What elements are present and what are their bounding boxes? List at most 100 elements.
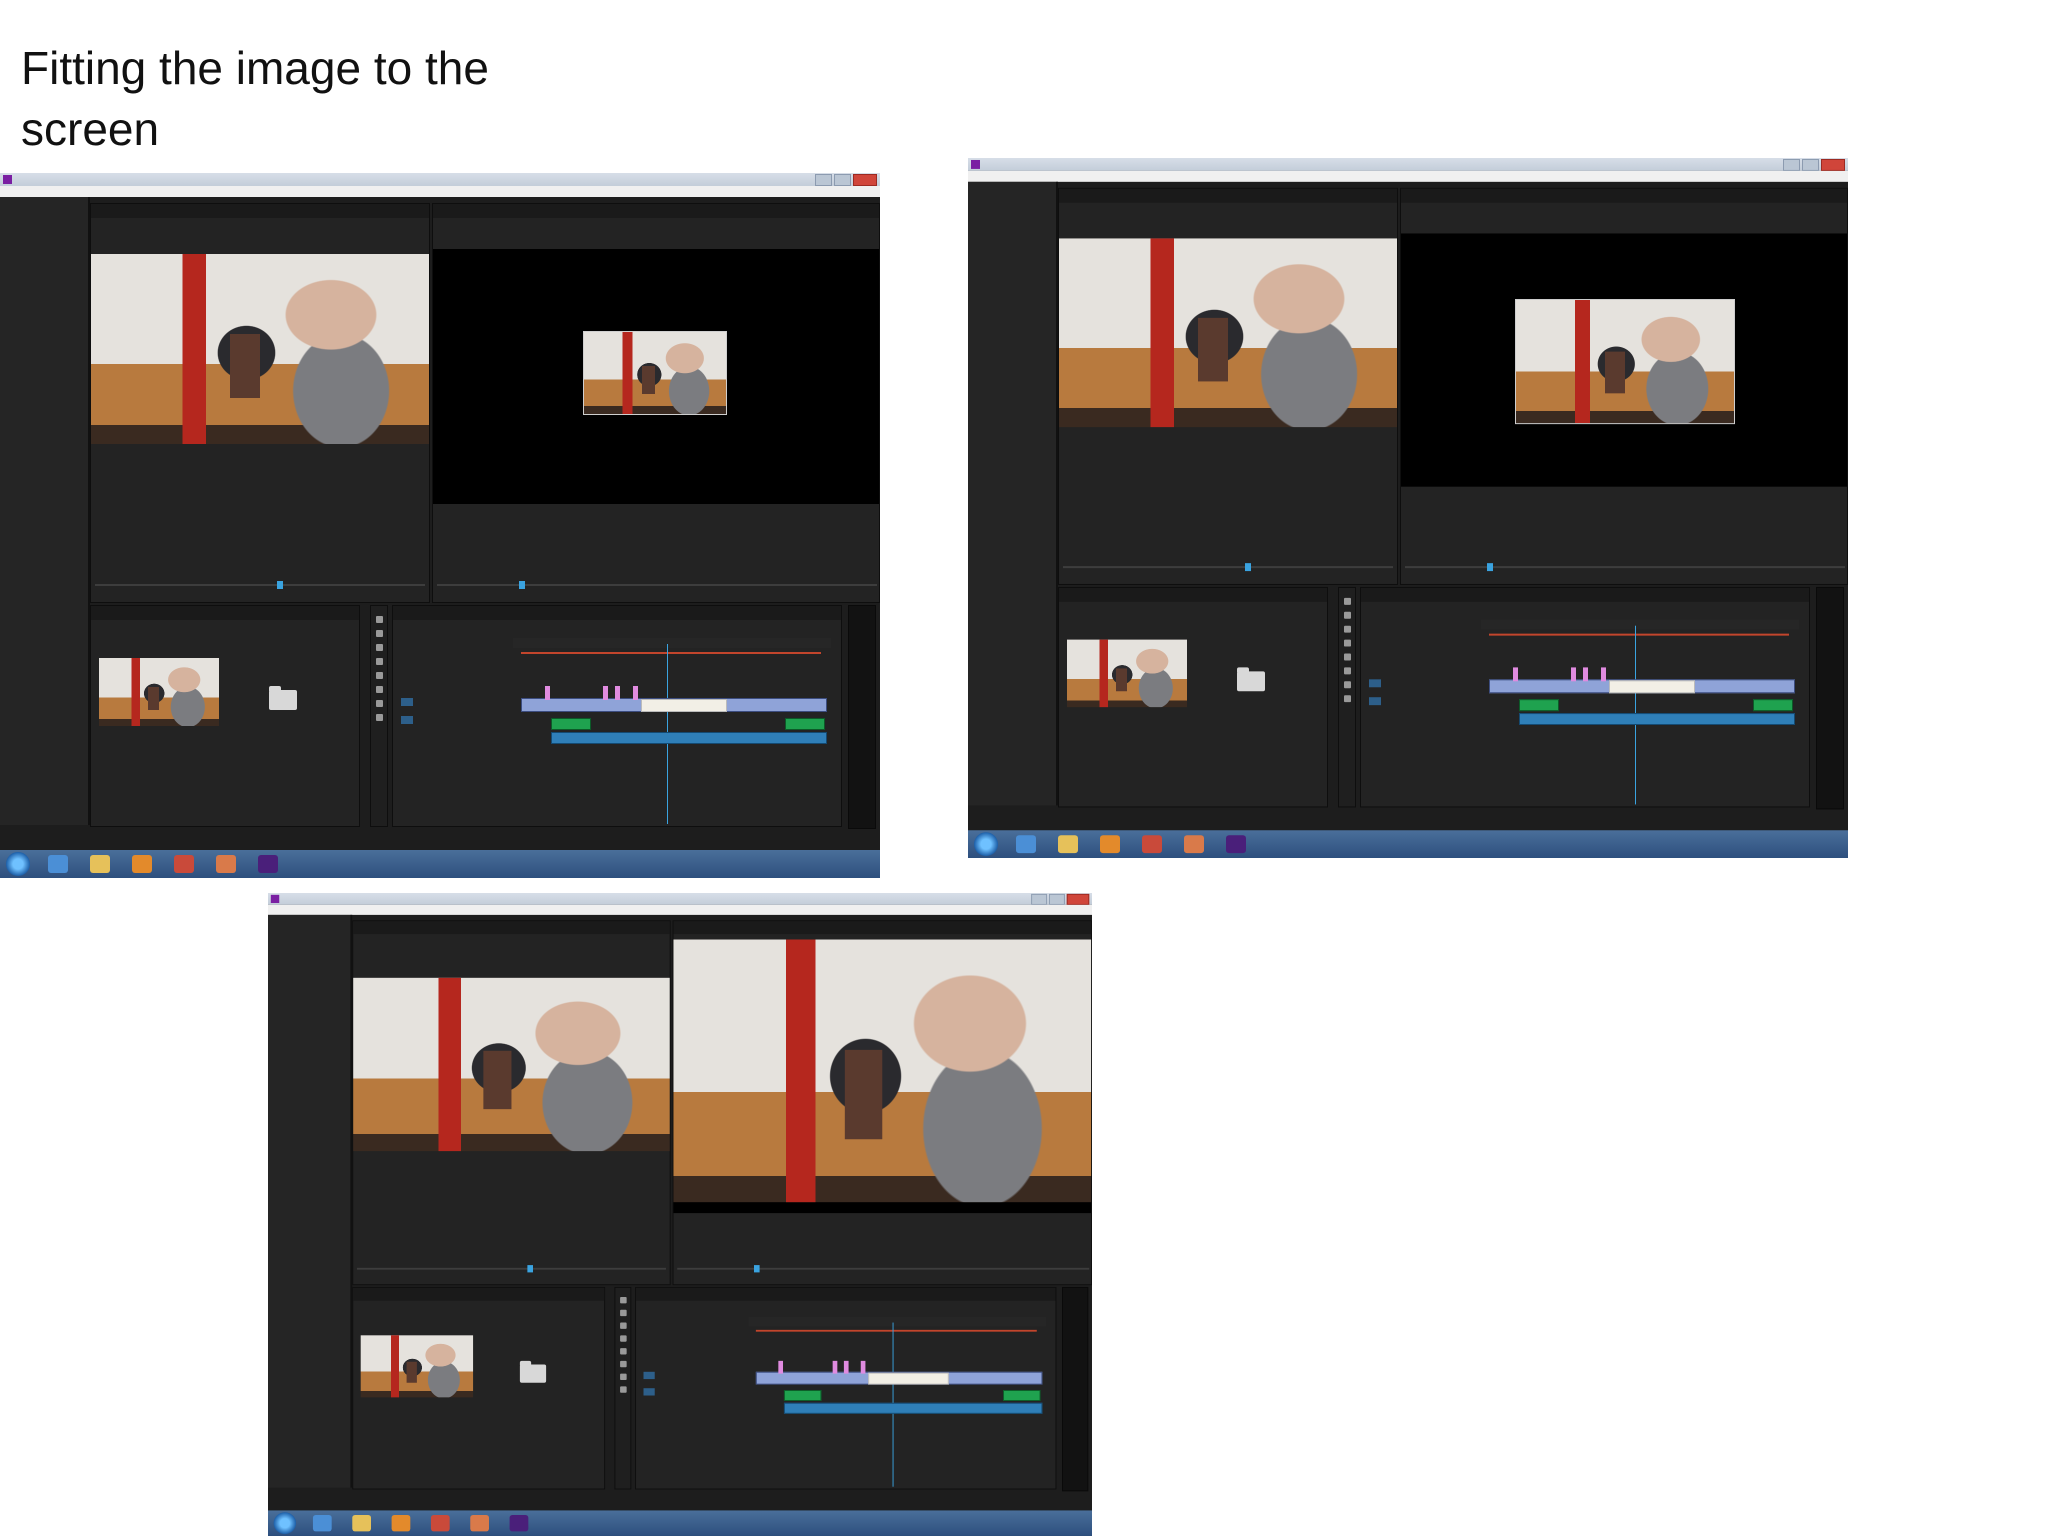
close-icon[interactable]: [853, 174, 877, 186]
pen-tool-icon[interactable]: [619, 1360, 627, 1368]
track-select-tool-icon[interactable]: [619, 1309, 627, 1317]
marker-clip[interactable]: [633, 686, 638, 700]
source-scrub-bar[interactable]: [1063, 563, 1393, 572]
close-icon[interactable]: [1821, 158, 1845, 171]
slip-tool-icon[interactable]: [375, 672, 383, 679]
zoom-tool-icon[interactable]: [1343, 695, 1351, 703]
track-a1-toggle[interactable]: [401, 716, 413, 724]
marker-clip[interactable]: [778, 1360, 784, 1374]
audio-clip[interactable]: [551, 718, 591, 730]
project-clip-thumbnail[interactable]: [360, 1335, 474, 1398]
program-scrub-bar[interactable]: [437, 581, 877, 589]
hand-tool-icon[interactable]: [619, 1373, 627, 1381]
program-video-frame[interactable]: [583, 331, 727, 415]
program-video-frame[interactable]: [1515, 299, 1735, 425]
marker-clip[interactable]: [1513, 667, 1518, 682]
project-clip-thumbnail[interactable]: [99, 658, 219, 726]
bin-folder-icon[interactable]: [1237, 667, 1265, 692]
source-scrub-bar[interactable]: [356, 1265, 666, 1273]
timeline-ruler[interactable]: [513, 638, 831, 648]
premiere-taskbar-icon[interactable]: [258, 855, 278, 873]
bin-folder-icon[interactable]: [269, 686, 297, 710]
maximize-icon[interactable]: [834, 174, 851, 186]
minimize-icon[interactable]: [1031, 893, 1048, 905]
audio-clip[interactable]: [1519, 713, 1795, 726]
selection-tool-icon[interactable]: [1343, 597, 1351, 605]
marker-clip[interactable]: [1601, 667, 1606, 682]
zoom-tool-icon[interactable]: [619, 1386, 627, 1393]
close-icon[interactable]: [1066, 893, 1090, 905]
marker-clip[interactable]: [1583, 667, 1588, 682]
razor-tool-icon[interactable]: [1343, 639, 1351, 647]
media-player-icon[interactable]: [391, 1514, 411, 1532]
minimize-icon[interactable]: [815, 174, 832, 186]
marker-clip[interactable]: [545, 686, 550, 700]
program-video-frame[interactable]: [673, 939, 1092, 1203]
ripple-edit-tool-icon[interactable]: [375, 644, 383, 651]
file-explorer-icon[interactable]: [352, 1514, 372, 1532]
hand-tool-icon[interactable]: [375, 700, 383, 707]
slip-tool-icon[interactable]: [619, 1348, 627, 1355]
audio-clip[interactable]: [1753, 699, 1793, 712]
audio-clip[interactable]: [783, 1402, 1043, 1414]
slip-tool-icon[interactable]: [1343, 653, 1351, 661]
audio-clip[interactable]: [551, 732, 827, 744]
start-button-icon[interactable]: [6, 852, 30, 876]
minimize-icon[interactable]: [1783, 158, 1800, 171]
audio-clip[interactable]: [783, 1390, 822, 1401]
selected-video-clip[interactable]: [641, 699, 727, 712]
ripple-edit-tool-icon[interactable]: [1343, 625, 1351, 633]
start-button-icon[interactable]: [974, 832, 998, 857]
maximize-icon[interactable]: [1802, 158, 1819, 171]
audio-clip[interactable]: [785, 718, 825, 730]
internet-explorer-icon[interactable]: [312, 1514, 332, 1532]
marker-clip[interactable]: [615, 686, 620, 700]
internet-explorer-icon[interactable]: [48, 855, 68, 873]
selection-tool-icon[interactable]: [619, 1297, 627, 1304]
ripple-edit-tool-icon[interactable]: [619, 1322, 627, 1329]
calendar-app-icon[interactable]: [216, 855, 236, 873]
track-select-tool-icon[interactable]: [375, 630, 383, 637]
file-explorer-icon[interactable]: [90, 855, 110, 873]
program-scrub-bar[interactable]: [677, 1265, 1090, 1273]
marker-clip[interactable]: [843, 1360, 849, 1374]
track-v1-toggle[interactable]: [1369, 679, 1381, 688]
start-button-icon[interactable]: [273, 1512, 297, 1535]
razor-tool-icon[interactable]: [375, 658, 383, 665]
program-scrub-bar[interactable]: [1405, 563, 1845, 572]
marker-clip[interactable]: [603, 686, 608, 700]
bin-folder-icon[interactable]: [519, 1360, 547, 1383]
source-scrub-bar[interactable]: [95, 581, 425, 589]
zoom-tool-icon[interactable]: [375, 714, 383, 721]
selection-tool-icon[interactable]: [375, 616, 383, 623]
track-select-tool-icon[interactable]: [1343, 611, 1351, 619]
marker-clip[interactable]: [1571, 667, 1576, 682]
maximize-icon[interactable]: [1048, 893, 1065, 905]
file-explorer-icon[interactable]: [1058, 835, 1078, 854]
media-player-icon[interactable]: [132, 855, 152, 873]
selected-video-clip[interactable]: [1609, 680, 1695, 694]
track-v1-toggle[interactable]: [643, 1371, 655, 1380]
marker-clip[interactable]: [860, 1360, 866, 1374]
calendar-app-icon[interactable]: [470, 1514, 489, 1532]
marker-clip[interactable]: [832, 1360, 838, 1374]
timeline-ruler[interactable]: [1481, 619, 1799, 630]
audio-clip[interactable]: [1003, 1390, 1041, 1401]
timeline-ruler[interactable]: [748, 1317, 1047, 1327]
internet-explorer-icon[interactable]: [1016, 835, 1036, 854]
pen-tool-icon[interactable]: [375, 686, 383, 693]
premiere-taskbar-icon[interactable]: [1226, 835, 1246, 854]
premiere-taskbar-icon[interactable]: [509, 1514, 529, 1532]
selected-video-clip[interactable]: [868, 1372, 949, 1385]
track-v1-toggle[interactable]: [401, 698, 413, 706]
razor-tool-icon[interactable]: [619, 1335, 627, 1342]
media-player-icon[interactable]: [1100, 835, 1120, 854]
hand-tool-icon[interactable]: [1343, 681, 1351, 689]
calendar-app-icon[interactable]: [1184, 835, 1204, 854]
chrome-icon[interactable]: [174, 855, 194, 873]
track-a1-toggle[interactable]: [1369, 697, 1381, 706]
chrome-icon[interactable]: [1142, 835, 1162, 854]
chrome-icon[interactable]: [430, 1514, 450, 1532]
project-clip-thumbnail[interactable]: [1067, 639, 1187, 708]
audio-clip[interactable]: [1519, 699, 1559, 712]
